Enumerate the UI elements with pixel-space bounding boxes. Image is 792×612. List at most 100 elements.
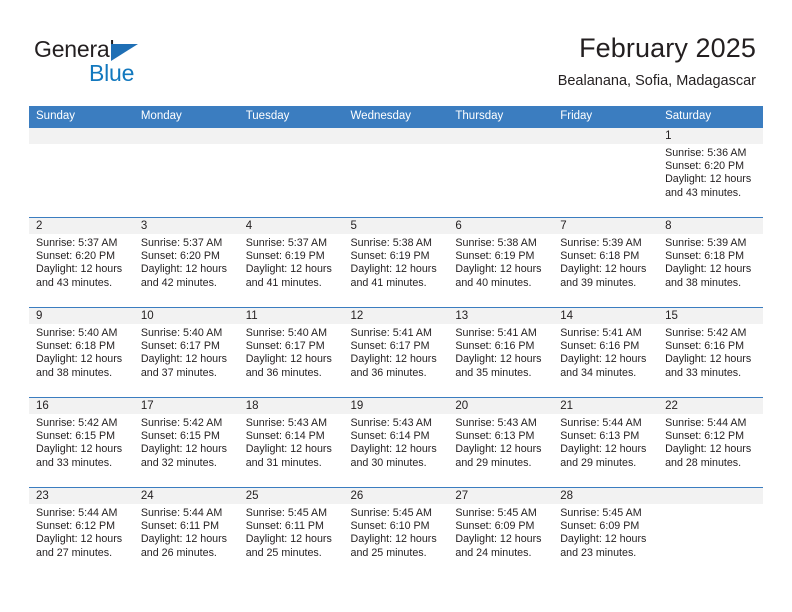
sunrise-text: Sunrise: 5:41 AM xyxy=(560,327,642,339)
day-number xyxy=(29,128,134,144)
day-sun-info: Sunrise: 5:39 AM Sunset: 6:18 PM Daylight:… xyxy=(553,234,658,290)
calendar-day-cell[interactable]: 24 Sunrise: 5:44 AM Sunset: 6:11 PM Dayligh… xyxy=(133,488,239,577)
day-sun-info: Sunrise: 5:41 AM Sunset: 6:16 PM Daylight:… xyxy=(553,324,658,380)
calendar-day-cell-empty xyxy=(448,128,554,217)
calendar-day-cell[interactable]: 26 Sunrise: 5:45 AM Sunset: 6:10 PM Dayligh… xyxy=(343,488,449,577)
calendar-day-cell[interactable]: 12 Sunrise: 5:41 AM Sunset: 6:17 PM Dayligh… xyxy=(343,308,449,397)
day-sun-info: Sunrise: 5:43 AM Sunset: 6:13 PM Daylight:… xyxy=(448,414,553,470)
daylight-text: Daylight: 12 hours and 35 minutes. xyxy=(455,353,542,379)
calendar-day-cell-empty xyxy=(343,128,449,217)
calendar-day-cell[interactable]: 13 Sunrise: 5:41 AM Sunset: 6:16 PM Dayligh… xyxy=(448,308,554,397)
daylight-text: Daylight: 12 hours and 43 minutes. xyxy=(665,173,752,199)
sunset-text: Sunset: 6:14 PM xyxy=(350,430,430,443)
sunrise-text: Sunrise: 5:41 AM xyxy=(455,327,537,339)
sunset-text: Sunset: 6:15 PM xyxy=(36,430,116,443)
day-sun-info: Sunrise: 5:45 AM Sunset: 6:10 PM Daylight:… xyxy=(344,504,449,560)
day-sun-info: Sunrise: 5:40 AM Sunset: 6:18 PM Daylight:… xyxy=(29,324,134,380)
day-sun-info: Sunrise: 5:40 AM Sunset: 6:17 PM Daylight:… xyxy=(239,324,344,380)
daylight-text: Daylight: 12 hours and 24 minutes. xyxy=(455,533,542,559)
calendar-day-cell[interactable]: 5 Sunrise: 5:38 AM Sunset: 6:19 PM Daylight… xyxy=(343,218,449,307)
calendar-day-cell[interactable]: 25 Sunrise: 5:45 AM Sunset: 6:11 PM Dayligh… xyxy=(238,488,344,577)
daylight-text: Daylight: 12 hours and 33 minutes. xyxy=(665,353,752,379)
calendar-day-cell[interactable]: 19 Sunrise: 5:43 AM Sunset: 6:14 PM Dayligh… xyxy=(343,398,449,487)
sunrise-text: Sunrise: 5:44 AM xyxy=(665,417,747,429)
day-number: 14 xyxy=(553,308,659,324)
calendar-day-cell[interactable]: 3 Sunrise: 5:37 AM Sunset: 6:20 PM Daylight… xyxy=(133,218,239,307)
day-number: 15 xyxy=(658,308,763,324)
day-sun-info: Sunrise: 5:44 AM Sunset: 6:11 PM Daylight:… xyxy=(134,504,239,560)
general-blue-logo[interactable]: General Blue xyxy=(34,38,204,88)
calendar-day-cell[interactable]: 22 Sunrise: 5:44 AM Sunset: 6:12 PM Dayligh… xyxy=(658,398,763,487)
calendar-day-cell[interactable]: 4 Sunrise: 5:37 AM Sunset: 6:19 PM Daylight… xyxy=(238,218,344,307)
daylight-text: Daylight: 12 hours and 31 minutes. xyxy=(245,443,332,469)
calendar-day-cell[interactable]: 21 Sunrise: 5:44 AM Sunset: 6:13 PM Dayligh… xyxy=(553,398,659,487)
day-sun-info: Sunrise: 5:40 AM Sunset: 6:17 PM Daylight:… xyxy=(134,324,239,380)
calendar-week-row: 9 Sunrise: 5:40 AM Sunset: 6:18 PM Daylight… xyxy=(29,307,763,398)
sunset-text: Sunset: 6:18 PM xyxy=(36,340,116,353)
day-sun-info: Sunrise: 5:36 AM Sunset: 6:20 PM Daylight:… xyxy=(658,144,763,200)
sunrise-text: Sunrise: 5:38 AM xyxy=(350,237,432,249)
calendar-day-cell-empty xyxy=(29,128,134,217)
daylight-text: Daylight: 12 hours and 25 minutes. xyxy=(350,533,437,559)
calendar-day-cell[interactable]: 23 Sunrise: 5:44 AM Sunset: 6:12 PM Dayligh… xyxy=(29,488,134,577)
day-sun-info: Sunrise: 5:37 AM Sunset: 6:19 PM Daylight:… xyxy=(239,234,344,290)
daylight-text: Daylight: 12 hours and 38 minutes. xyxy=(36,353,123,379)
daylight-text: Daylight: 12 hours and 36 minutes. xyxy=(350,353,437,379)
logo-text-blue: Blue xyxy=(89,60,135,86)
day-number: 7 xyxy=(553,218,659,234)
calendar-day-cell[interactable]: 9 Sunrise: 5:40 AM Sunset: 6:18 PM Daylight… xyxy=(29,308,134,397)
day-sun-info: Sunrise: 5:43 AM Sunset: 6:14 PM Daylight:… xyxy=(239,414,344,470)
daylight-text: Daylight: 12 hours and 37 minutes. xyxy=(140,353,227,379)
calendar-day-cell[interactable]: 1 Sunrise: 5:36 AM Sunset: 6:20 PM Daylight… xyxy=(658,128,763,217)
day-number: 24 xyxy=(133,488,239,504)
calendar-day-cell[interactable]: 28 Sunrise: 5:45 AM Sunset: 6:09 PM Dayligh… xyxy=(553,488,659,577)
sunset-text: Sunset: 6:20 PM xyxy=(140,250,220,263)
calendar-day-cell[interactable]: 15 Sunrise: 5:42 AM Sunset: 6:16 PM Dayligh… xyxy=(658,308,763,397)
day-number: 2 xyxy=(29,218,134,234)
calendar-day-cell[interactable]: 6 Sunrise: 5:38 AM Sunset: 6:19 PM Daylight… xyxy=(448,218,554,307)
calendar-day-cell-empty xyxy=(658,488,763,577)
calendar-day-cell[interactable]: 11 Sunrise: 5:40 AM Sunset: 6:17 PM Dayligh… xyxy=(238,308,344,397)
day-number: 22 xyxy=(658,398,763,414)
sunrise-text: Sunrise: 5:37 AM xyxy=(36,237,118,249)
sunset-text: Sunset: 6:17 PM xyxy=(350,340,430,353)
day-number: 10 xyxy=(133,308,239,324)
day-number: 11 xyxy=(238,308,344,324)
calendar-day-cell[interactable]: 16 Sunrise: 5:42 AM Sunset: 6:15 PM Dayligh… xyxy=(29,398,134,487)
sunrise-text: Sunrise: 5:42 AM xyxy=(36,417,118,429)
sunrise-text: Sunrise: 5:38 AM xyxy=(455,237,537,249)
sunset-text: Sunset: 6:18 PM xyxy=(560,250,640,263)
daylight-text: Daylight: 12 hours and 34 minutes. xyxy=(560,353,647,379)
sunrise-text: Sunrise: 5:40 AM xyxy=(245,327,328,339)
calendar-day-cell[interactable]: 2 Sunrise: 5:37 AM Sunset: 6:20 PM Daylight… xyxy=(29,218,134,307)
daylight-text: Daylight: 12 hours and 29 minutes. xyxy=(560,443,647,469)
calendar-week-row: 1 Sunrise: 5:36 AM Sunset: 6:20 PM Daylight… xyxy=(29,128,763,218)
sunset-text: Sunset: 6:12 PM xyxy=(665,430,745,443)
sunset-text: Sunset: 6:20 PM xyxy=(665,160,745,173)
day-number: 17 xyxy=(133,398,239,414)
day-number xyxy=(553,128,659,144)
calendar-day-cell[interactable]: 10 Sunrise: 5:40 AM Sunset: 6:17 PM Dayligh… xyxy=(133,308,239,397)
calendar-day-cell[interactable]: 27 Sunrise: 5:45 AM Sunset: 6:09 PM Dayligh… xyxy=(448,488,554,577)
day-sun-info: Sunrise: 5:44 AM Sunset: 6:13 PM Daylight:… xyxy=(553,414,658,470)
daylight-text: Daylight: 12 hours and 32 minutes. xyxy=(140,443,227,469)
calendar-day-cell[interactable]: 7 Sunrise: 5:39 AM Sunset: 6:18 PM Daylight… xyxy=(553,218,659,307)
sunrise-text: Sunrise: 5:40 AM xyxy=(36,327,118,339)
calendar-day-cell[interactable]: 14 Sunrise: 5:41 AM Sunset: 6:16 PM Dayligh… xyxy=(553,308,659,397)
calendar-day-cell[interactable]: 8 Sunrise: 5:39 AM Sunset: 6:18 PM Daylight… xyxy=(658,218,763,307)
sunrise-text: Sunrise: 5:45 AM xyxy=(455,507,537,519)
day-sun-info: Sunrise: 5:44 AM Sunset: 6:12 PM Daylight:… xyxy=(29,504,134,560)
day-sun-info: Sunrise: 5:43 AM Sunset: 6:14 PM Daylight:… xyxy=(344,414,449,470)
sunset-text: Sunset: 6:09 PM xyxy=(560,520,640,533)
daylight-text: Daylight: 12 hours and 25 minutes. xyxy=(245,533,332,559)
daylight-text: Daylight: 12 hours and 41 minutes. xyxy=(350,263,437,289)
calendar-day-cell[interactable]: 17 Sunrise: 5:42 AM Sunset: 6:15 PM Dayligh… xyxy=(133,398,239,487)
day-sun-info: Sunrise: 5:45 AM Sunset: 6:09 PM Daylight:… xyxy=(448,504,553,560)
page-title: February 2025 xyxy=(579,33,756,63)
day-number xyxy=(448,128,554,144)
calendar-day-cell-empty xyxy=(238,128,344,217)
calendar-day-cell-empty xyxy=(553,128,659,217)
calendar-day-cell[interactable]: 20 Sunrise: 5:43 AM Sunset: 6:13 PM Dayligh… xyxy=(448,398,554,487)
calendar-day-cell[interactable]: 18 Sunrise: 5:43 AM Sunset: 6:14 PM Dayligh… xyxy=(238,398,344,487)
day-number xyxy=(343,128,449,144)
